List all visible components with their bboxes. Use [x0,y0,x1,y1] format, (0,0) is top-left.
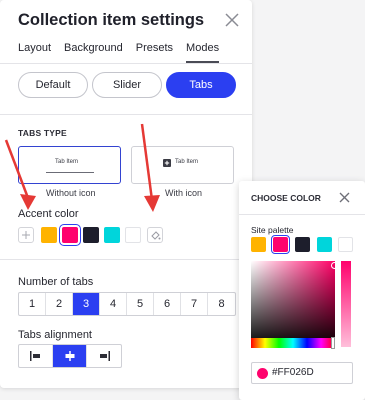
tab-count-5[interactable]: 5 [127,293,154,315]
with-icon-caption: With icon [165,188,203,198]
tab-background[interactable]: Background [64,41,123,63]
accent-swatch-dark[interactable] [83,227,99,243]
tab-count-4[interactable]: 4 [100,293,127,315]
tab-item-preview-label: Tab Item [175,159,199,165]
opacity-slider[interactable] [341,261,351,347]
tab-item-underline [46,172,94,173]
tab-presets[interactable]: Presets [136,41,173,63]
hex-color-input[interactable]: #FF026D [251,362,353,384]
tab-layout[interactable]: Layout [18,41,51,63]
accent-color-label: Accent color [18,208,79,220]
panel-title: Collection item settings [18,11,205,29]
tab-count-8[interactable]: 8 [208,293,235,315]
tab-count-7[interactable]: 7 [181,293,208,315]
tab-count-6[interactable]: 6 [154,293,181,315]
hue-slider-handle[interactable] [331,337,335,349]
tabs-alignment-label: Tabs alignment [18,329,92,341]
tabs-type-heading: TABS TYPE [18,128,67,138]
mode-default-button[interactable]: Default [18,72,88,98]
close-icon[interactable] [224,12,240,28]
settings-tabs: Layout Background Presets Modes [18,41,232,63]
hex-color-value: #FF026D [272,367,314,378]
color-picker-handle[interactable] [331,262,338,269]
custom-color-button[interactable] [147,227,163,243]
popover-divider [239,214,365,215]
plus-square-icon [163,159,171,167]
palette-swatch-yellow[interactable] [251,237,266,252]
add-color-button[interactable] [18,227,34,243]
align-center-icon [65,351,74,361]
saturation-value-picker[interactable] [251,261,338,347]
accent-swatch-pink[interactable] [59,224,81,246]
palette-swatch-pink[interactable] [270,234,291,255]
screenshot-stage: Collection item settings Layout Backgrou… [0,0,365,400]
tabs-alignment-selector [18,344,122,368]
tab-count-3[interactable]: 3 [73,293,100,315]
collection-item-settings-panel: Collection item settings Layout Backgrou… [0,0,252,388]
current-color-dot [257,368,268,379]
align-right-button[interactable] [87,345,121,367]
plus-sparkle-icon [22,231,30,239]
mode-slider-button[interactable]: Slider [92,72,162,98]
choose-color-title: CHOOSE COLOR [251,193,321,203]
tabs-divider [0,63,252,64]
align-left-button[interactable] [19,345,53,367]
modes-divider [0,114,252,115]
align-left-icon [29,351,40,361]
accent-swatch-cyan[interactable] [104,227,120,243]
site-palette-label: Site palette [251,225,294,235]
tab-style-without-icon[interactable]: Tab Item [18,146,121,184]
paint-bucket-icon [150,230,160,240]
number-of-tabs-selector: 1 2 3 4 5 6 7 8 [18,292,236,316]
palette-swatch-white[interactable] [338,237,353,252]
tab-modes[interactable]: Modes [186,41,220,63]
align-center-button[interactable] [53,345,87,367]
palette-swatch-cyan[interactable] [317,237,332,252]
tab-count-1[interactable]: 1 [19,293,46,315]
tab-item-preview-label: Tab Item [55,159,79,165]
hue-slider[interactable] [251,337,335,349]
tab-style-with-icon[interactable]: Tab Item [131,146,234,184]
align-right-icon [100,351,110,361]
tab-count-2[interactable]: 2 [46,293,73,315]
without-icon-caption: Without icon [46,188,96,198]
mode-tabs-button[interactable]: Tabs [166,72,236,98]
palette-swatch-dark[interactable] [295,237,310,252]
accent-swatch-white[interactable] [125,227,141,243]
close-icon[interactable] [339,192,350,203]
choose-color-popover: CHOOSE COLOR Site palette #FF026D [239,181,365,400]
accent-swatch-yellow[interactable] [41,227,57,243]
accent-divider [0,259,252,260]
number-of-tabs-label: Number of tabs [18,276,94,288]
